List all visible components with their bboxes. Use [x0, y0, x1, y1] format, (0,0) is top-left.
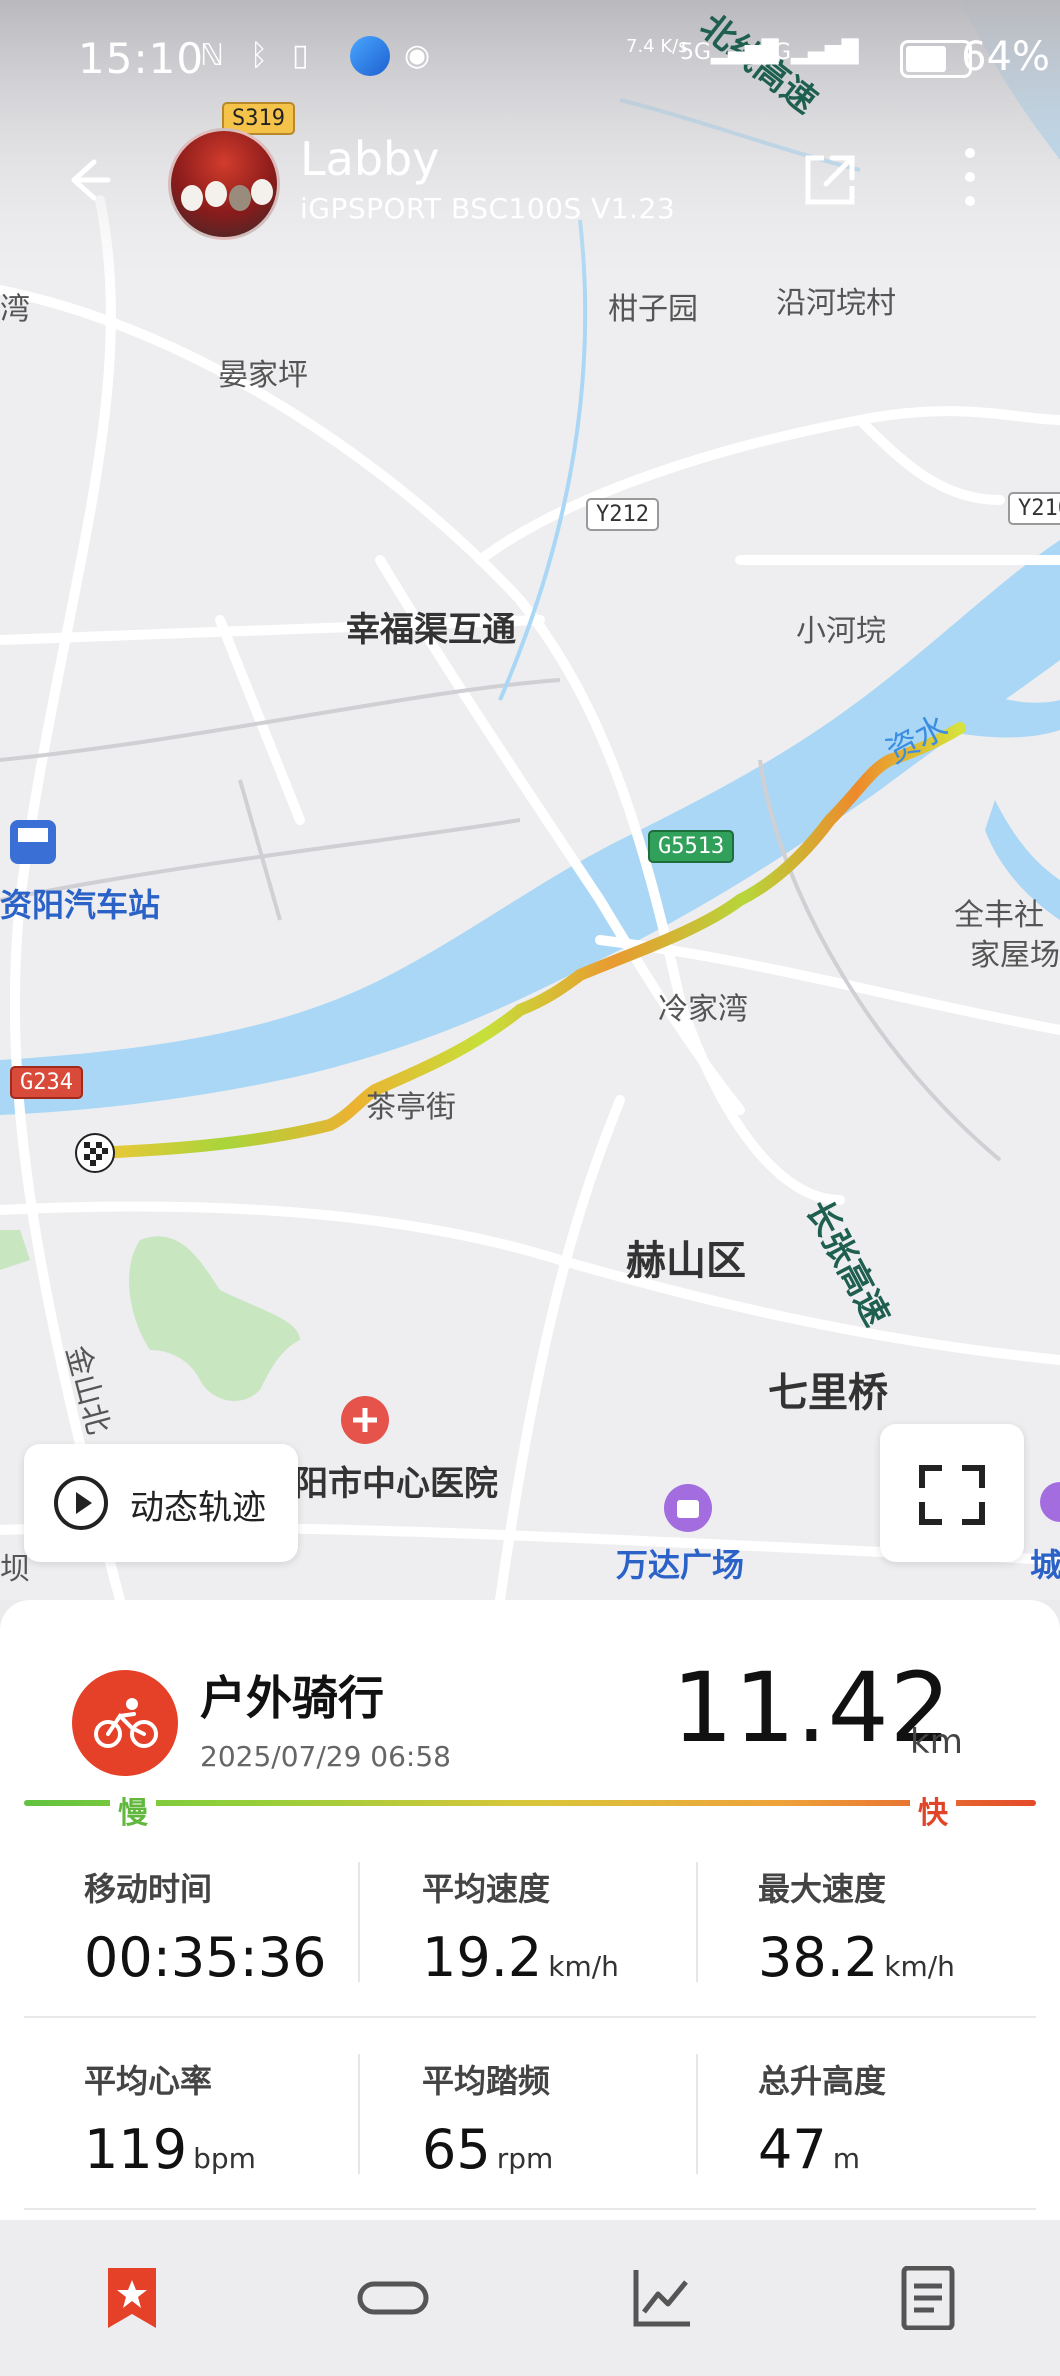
map-label-quanfeng: 全丰社 — [954, 898, 1044, 933]
map-label-cheng: 城 — [1030, 1546, 1060, 1584]
metric-value: 19.2 — [422, 1926, 543, 1989]
metric-moving-time: 移动时间 00:35:36 — [84, 1864, 404, 1989]
map-label-chatingjie: 茶亭街 — [366, 1090, 456, 1125]
map-label-wan: 湾 — [0, 292, 30, 327]
metric-label: 平均速度 — [422, 1870, 551, 1908]
bookmark-icon[interactable] — [100, 2266, 164, 2330]
chart-icon[interactable] — [630, 2266, 694, 2330]
cycling-icon — [72, 1670, 178, 1776]
divider — [358, 2054, 360, 2174]
metric-unit: rpm — [496, 2142, 554, 2175]
share-icon[interactable] — [798, 148, 862, 212]
map-label-wanda: 万达广场 — [616, 1546, 745, 1584]
map-label-lengjiawan: 冷家湾 — [658, 992, 748, 1027]
divider — [24, 2208, 1036, 2210]
map-label-xiaohe: 小河垸 — [796, 614, 886, 649]
avatar[interactable] — [168, 128, 280, 240]
map-label-heshanqu: 赫山区 — [626, 1238, 746, 1284]
vibrate-icon: ▯ — [292, 38, 309, 73]
metric-label: 最大速度 — [758, 1870, 887, 1908]
divider — [358, 1862, 360, 1982]
activity-title: 户外骑行 — [200, 1671, 384, 1725]
bottom-navigation — [0, 2220, 1060, 2376]
map-label-xingfuqu: 幸福渠互通 — [346, 610, 516, 650]
metric-unit: km/h — [548, 1950, 619, 1983]
map-label-yanhe: 沿河垸村 — [776, 286, 896, 321]
metric-max-speed: 最大速度 38.2 km/h — [758, 1864, 1060, 1989]
divider — [696, 1862, 698, 1982]
road-shield-y212: Y212 — [586, 498, 659, 531]
map-view[interactable]: S319 Y212 Y210 G5513 G234 柑子园 沿河垸村 晏家坪 幸… — [0, 0, 1060, 1600]
dynamic-track-label: 动态轨迹 — [130, 1488, 266, 1528]
back-icon[interactable] — [56, 150, 116, 210]
fullscreen-button[interactable] — [880, 1424, 1024, 1562]
metric-unit: km/h — [884, 1950, 955, 1983]
metric-value: 47 — [758, 2118, 827, 2181]
distance-unit: km — [910, 1722, 963, 1762]
metric-avg-speed: 平均速度 19.2 km/h — [422, 1864, 742, 1989]
divider — [24, 2016, 1036, 2018]
user-name: Labby — [300, 132, 440, 186]
speed-legend-slow: 慢 — [110, 1788, 156, 1832]
status-time: 15:10 — [78, 34, 205, 83]
map-label-qiliqiao: 七里桥 — [768, 1370, 888, 1416]
divider — [696, 2054, 698, 2174]
metric-label: 总升高度 — [758, 2062, 887, 2100]
map-label-juziyuan: 柑子园 — [608, 292, 698, 327]
road-shield-g5513: G5513 — [648, 830, 735, 863]
battery-percent: 64% — [961, 34, 1050, 80]
road-shield-g234: G234 — [10, 1066, 83, 1099]
map-label-yanjiaping: 晏家坪 — [218, 358, 308, 393]
metric-value: 38.2 — [758, 1926, 879, 1989]
play-icon — [54, 1476, 108, 1530]
signal-5g-2-icon: 5G▂▄▆█ — [760, 40, 859, 65]
map-label-ziyang-bus: 资阳汽车站 — [0, 886, 161, 924]
metric-value: 00:35:36 — [84, 1926, 327, 1989]
bluetooth-icon: ᛒ — [250, 38, 268, 73]
app-notification-icon — [350, 36, 390, 76]
map-label-hospital: 阳市中心医院 — [294, 1464, 498, 1504]
speed-legend-bar — [24, 1800, 1036, 1806]
speed-legend-fast: 快 — [910, 1788, 956, 1832]
metric-total-ascent: 总升高度 47 m — [758, 2056, 1060, 2181]
map-canvas — [0, 0, 1060, 1600]
metric-avg-heart-rate: 平均心率 119 bpm — [84, 2056, 404, 2181]
document-icon[interactable] — [896, 2265, 960, 2331]
metric-avg-cadence: 平均踏频 65 rpm — [422, 2056, 742, 2181]
metric-value: 65 — [422, 2118, 491, 2181]
nfc-icon: ℕ — [200, 38, 225, 73]
metric-value: 119 — [84, 2118, 188, 2181]
map-label-jiawu: 家屋场 — [970, 938, 1060, 973]
device-info: iGPSPORT BSC100S V1.23 — [300, 192, 676, 225]
audio-icon: ◉ — [404, 38, 431, 73]
road-shield-y210: Y210 — [1008, 492, 1060, 525]
metric-label: 平均踏频 — [422, 2062, 551, 2100]
metric-label: 平均心率 — [84, 2062, 213, 2100]
net-speed: 7.4 K/s — [626, 36, 688, 57]
metric-unit: m — [832, 2142, 860, 2175]
metric-label: 移动时间 — [84, 1870, 213, 1908]
metric-unit: bpm — [193, 2142, 256, 2175]
status-bar: 15:10 ℕ ᛒ ▯ ◉ 7.4 K/s 5G▂▄▆█ 5G▂▄▆█ 64% — [0, 0, 1060, 110]
fullscreen-icon — [919, 1465, 985, 1525]
activity-datetime: 2025/07/29 06:58 — [200, 1740, 451, 1773]
dynamic-track-button[interactable]: 动态轨迹 — [24, 1444, 298, 1562]
more-options-icon[interactable] — [955, 148, 985, 216]
loop-icon[interactable] — [356, 2266, 429, 2330]
activity-summary-card: 户外骑行 2025/07/29 06:58 11.42 km 慢 快 移动时间 … — [0, 1600, 1060, 2220]
